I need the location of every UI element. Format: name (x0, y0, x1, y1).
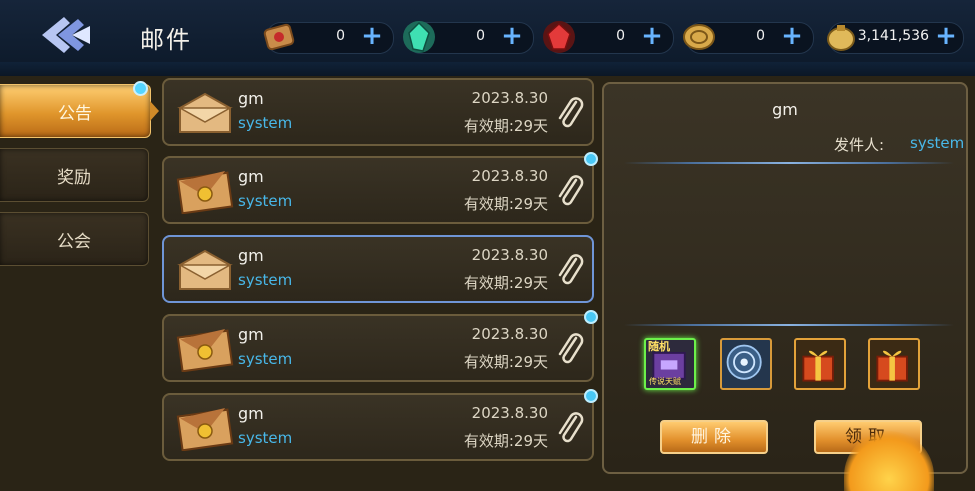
reward-gift-box-2[interactable] (868, 338, 920, 390)
currency-gold-bag: 3,141,536 + (827, 22, 964, 54)
reward-gift-box-1[interactable] (794, 338, 846, 390)
add-green-gem-button[interactable]: + (499, 23, 525, 50)
reward-subtag: 传说天赋 (649, 377, 681, 386)
active-tab-arrow (150, 101, 159, 121)
gift-box-icon (802, 350, 834, 382)
paperclip-icon (558, 333, 584, 364)
tab-label: 公告 (58, 104, 92, 124)
mail-detail-panel: gm 发件人: system 随机 传说天赋 删除 领取 (602, 82, 968, 474)
divider-bottom (624, 324, 954, 326)
sealed-envelope-icon (176, 170, 234, 214)
mail-expiry: 有效期:29天 (463, 353, 548, 371)
currency-value: 0 (756, 28, 765, 44)
mail-source: system (238, 114, 293, 132)
gold-bag-icon (827, 25, 855, 51)
mail-source: system (238, 350, 293, 368)
red-gem-icon (543, 21, 575, 53)
mail-date: 2023.8.30 (471, 89, 548, 107)
open-envelope-icon (177, 249, 233, 290)
notification-dot (133, 81, 148, 96)
reward-random-chest[interactable]: 随机 传说天赋 (644, 338, 696, 390)
paperclip-icon (558, 175, 584, 206)
back-arrow-icon[interactable] (38, 14, 94, 56)
currency-value: 0 (616, 28, 625, 44)
unread-dot (584, 310, 598, 324)
sealed-envelope-icon (176, 407, 234, 451)
mail-date: 2023.8.30 (471, 325, 548, 343)
delete-button[interactable]: 删除 (660, 420, 768, 454)
mail-expiry: 有效期:29天 (463, 432, 548, 450)
mail-item[interactable]: gm system 2023.8.30 有效期:29天 (162, 152, 598, 224)
reward-radar-orb[interactable] (720, 338, 772, 390)
mail-date: 2023.8.30 (471, 246, 548, 264)
mail-sender: gm (238, 89, 264, 108)
sealed-envelope-icon (176, 328, 234, 372)
add-scroll-button[interactable]: + (359, 23, 385, 50)
unread-dot (584, 152, 598, 166)
mail-item[interactable]: gm system 2023.8.30 有效期:29天 (162, 235, 594, 303)
mail-item[interactable]: gm system 2023.8.30 有效期:29天 (162, 78, 594, 146)
page-title: 邮件 (140, 26, 192, 54)
mail-source: system (238, 271, 293, 289)
mail-source: system (238, 192, 293, 210)
add-red-gem-button[interactable]: + (639, 23, 665, 50)
reward-tag: 随机 (648, 340, 670, 353)
currency-green-gem: 0 + (403, 21, 534, 54)
coin-icon (683, 24, 715, 50)
sender-value: system (910, 134, 965, 152)
mail-expiry: 有效期:29天 (463, 274, 548, 292)
add-gold-button[interactable]: + (933, 23, 959, 50)
mail-expiry: 有效期:29天 (463, 117, 548, 135)
top-bar: 邮件 0 + 0 + 0 + 0 + 3,141,536 + (0, 0, 975, 68)
tab-label: 奖励 (57, 168, 91, 188)
mail-title: gm (772, 100, 798, 119)
currency-value: 3,141,536 (857, 28, 929, 44)
mail-source: system (238, 429, 293, 447)
mail-sender: gm (238, 404, 264, 423)
green-gem-icon (403, 21, 435, 53)
unread-dot (584, 389, 598, 403)
radar-orb-icon (726, 344, 762, 380)
currency-scroll: 0 + (263, 22, 394, 54)
mail-sender: gm (238, 325, 264, 344)
mail-item[interactable]: gm system 2023.8.30 有效期:29天 (162, 389, 598, 461)
mail-expiry: 有效期:29天 (463, 195, 548, 213)
divider-top (624, 162, 954, 164)
tab-announcement[interactable]: 公告 (0, 81, 159, 138)
tab-rewards[interactable]: 奖励 (0, 148, 149, 202)
scroll-icon (263, 23, 295, 51)
mail-sender: gm (238, 246, 264, 265)
paperclip-icon (558, 254, 584, 285)
mail-date: 2023.8.30 (471, 404, 548, 422)
paperclip-icon (558, 97, 584, 128)
mail-date: 2023.8.30 (471, 167, 548, 185)
gift-box-icon (876, 350, 908, 382)
paperclip-icon (558, 412, 584, 443)
currency-coin: 0 + (683, 22, 814, 54)
currency-value: 0 (476, 28, 485, 44)
mail-item[interactable]: gm system 2023.8.30 有效期:29天 (162, 310, 598, 382)
tab-label: 公会 (57, 232, 91, 252)
add-coin-button[interactable]: + (779, 23, 805, 50)
open-envelope-icon (177, 92, 233, 133)
sender-label: 发件人: (834, 136, 885, 154)
tab-guild[interactable]: 公会 (0, 212, 149, 266)
mail-sender: gm (238, 167, 264, 186)
header-divider (0, 62, 975, 76)
currency-red-gem: 0 + (543, 21, 674, 54)
currency-value: 0 (336, 28, 345, 44)
